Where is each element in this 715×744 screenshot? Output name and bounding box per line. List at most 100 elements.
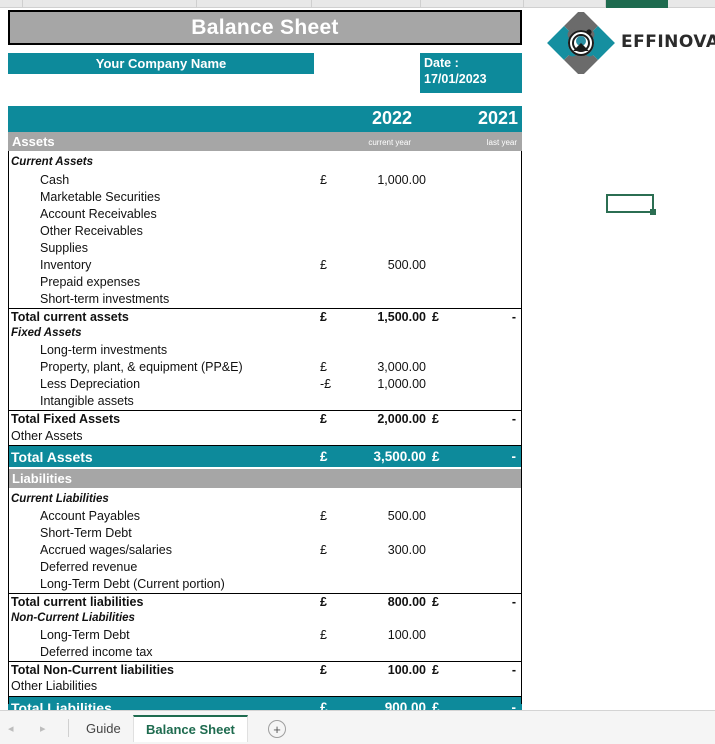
row-c1val: 2,000.00 — [377, 412, 426, 426]
table-row[interactable]: Other Receivables — [8, 223, 522, 240]
row-c1sym: £ — [320, 310, 327, 324]
row-c1val: 1,000.00 — [377, 377, 426, 391]
row-c1sym: £ — [320, 543, 327, 557]
sheet-tab-bar: ◂ ▸ Guide Balance Sheet + — [0, 710, 715, 744]
company-logo: EFFINOVATE — [545, 12, 715, 74]
table-right-rule — [521, 151, 522, 704]
row-label: Total current liabilities — [11, 595, 144, 609]
row-label: Other Liabilities — [11, 679, 98, 693]
table-row[interactable]: Accrued wages/salaries £300.00 — [8, 542, 522, 559]
row-c1val: 1,000.00 — [377, 173, 426, 187]
company-name-text: Your Company Name — [95, 56, 227, 71]
table-row[interactable]: Total current assets £1,500.00 £ - — [8, 308, 522, 325]
table-row[interactable]: Less Depreciation -£ 1,000.00 — [8, 376, 522, 393]
table-row[interactable]: Total Non-Current liabilities £100.00 £ - — [8, 661, 522, 678]
row-label: Other Assets — [11, 429, 83, 443]
fill-handle[interactable] — [650, 209, 656, 215]
current-year-sublabel: current year — [368, 138, 411, 147]
table-row[interactable]: Current Liabilities — [8, 492, 522, 509]
year-current-header: 2022 — [371, 108, 412, 128]
liabilities-section-header: Liabilities — [8, 469, 522, 488]
row-c2val: - — [511, 310, 516, 324]
table-row[interactable]: Account Payables £500.00 — [8, 508, 522, 525]
add-sheet-button[interactable]: + — [268, 720, 286, 738]
table-row[interactable]: Current Assets — [8, 155, 522, 172]
table-row[interactable]: Deferred income tax — [8, 644, 522, 661]
table-row[interactable]: Inventory £500.00 — [8, 257, 522, 274]
row-c2val: - — [511, 595, 516, 609]
table-row[interactable]: Other Assets — [8, 428, 522, 445]
active-cell-selection[interactable] — [606, 194, 656, 215]
liabilities-section-label: Liabilities — [12, 471, 72, 486]
table-row[interactable]: Total Fixed Assets £2,000.00 £ - — [8, 410, 522, 427]
table-left-rule — [8, 151, 9, 704]
table-row[interactable]: Cash £1,000.00 — [8, 172, 522, 189]
row-c2val: - — [511, 449, 517, 464]
column-divider — [22, 0, 23, 8]
table-row[interactable]: Account Receivables — [8, 206, 522, 223]
table-row[interactable]: Non-Current Liabilities — [8, 611, 522, 628]
column-header-strip[interactable] — [0, 0, 715, 8]
table-row[interactable]: Other Liabilities — [8, 678, 522, 695]
table-row[interactable]: Long-term investments — [8, 342, 522, 359]
table-row[interactable]: Short-Term Debt — [8, 525, 522, 542]
row-c2sym: £ — [432, 449, 440, 464]
prev-sheet-arrow-icon[interactable]: ◂ — [8, 722, 14, 735]
row-c1val: 3,000.00 — [377, 360, 426, 374]
table-row[interactable]: Marketable Securities — [8, 189, 522, 206]
row-label: Inventory — [40, 258, 92, 272]
column-divider — [196, 0, 197, 8]
table-row[interactable]: Long-Term Debt £100.00 — [8, 627, 522, 644]
row-c2val: - — [511, 412, 516, 426]
tab-balance-sheet-label: Balance Sheet — [146, 722, 235, 737]
row-label: Total Assets — [11, 449, 93, 465]
row-c1sym: £ — [320, 412, 327, 426]
row-c1val: 1,500.00 — [377, 310, 426, 324]
row-label: Cash — [40, 173, 70, 187]
add-sheet-label: + — [273, 721, 281, 737]
tab-balance-sheet[interactable]: Balance Sheet — [133, 715, 248, 742]
table-row[interactable]: Short-term investments — [8, 291, 522, 308]
row-label: Long-Term Debt (Current portion) — [40, 577, 225, 591]
row-label: Marketable Securities — [40, 190, 161, 204]
table-row[interactable]: Intangible assets — [8, 393, 522, 410]
table-row[interactable]: Total Assets £3,500.00 £ - — [8, 445, 522, 467]
row-label: Account Payables — [40, 509, 141, 523]
date-value: 17/01/2023 — [424, 72, 487, 87]
table-row[interactable]: Supplies — [8, 240, 522, 257]
row-label: Current Liabilities — [11, 493, 109, 505]
row-c1sym: £ — [320, 258, 327, 272]
column-divider — [523, 0, 524, 8]
row-label: Long-Term Debt — [40, 628, 130, 642]
worksheet-grid[interactable]: Balance Sheet Your Company Name Date : 1… — [0, 8, 715, 718]
row-label: Other Receivables — [40, 224, 143, 238]
table-row[interactable]: Deferred revenue — [8, 559, 522, 576]
row-label: Total current assets — [11, 310, 129, 324]
tab-guide[interactable]: Guide — [74, 715, 133, 742]
spreadsheet-window: Balance Sheet Your Company Name Date : 1… — [0, 0, 715, 744]
effinovate-logo-icon — [547, 12, 615, 74]
row-c1val: 100.00 — [387, 663, 426, 677]
sheet-nav-arrows[interactable]: ◂ ▸ — [2, 719, 62, 737]
tab-divider — [68, 719, 69, 737]
row-label: Short-term investments — [40, 292, 170, 306]
date-cell[interactable]: Date : 17/01/2023 — [420, 53, 522, 93]
table-row[interactable]: Fixed Assets — [8, 326, 522, 343]
table-row[interactable]: Total current liabilities £800.00 £ - — [8, 593, 522, 610]
date-label: Date : — [424, 56, 459, 70]
year-header-row: 2022 2021 — [8, 106, 522, 132]
row-c1sym: £ — [320, 360, 327, 374]
next-sheet-arrow-icon[interactable]: ▸ — [40, 722, 46, 735]
table-row[interactable]: Prepaid expenses — [8, 274, 522, 291]
selected-column-indicator[interactable] — [606, 0, 668, 8]
row-label: Intangible assets — [40, 394, 134, 408]
row-c1sym: £ — [320, 595, 327, 609]
page-title: Balance Sheet — [8, 10, 522, 45]
row-label: Account Receivables — [40, 207, 157, 221]
row-c1val: 500.00 — [387, 509, 426, 523]
table-row[interactable]: Property, plant, & equipment (PP&E) £3,00… — [8, 359, 522, 376]
row-c1val: 100.00 — [387, 628, 426, 642]
table-row[interactable]: Long-Term Debt (Current portion) — [8, 576, 522, 593]
company-name-cell[interactable]: Your Company Name — [8, 53, 314, 74]
row-label: Accrued wages/salaries — [40, 543, 173, 557]
